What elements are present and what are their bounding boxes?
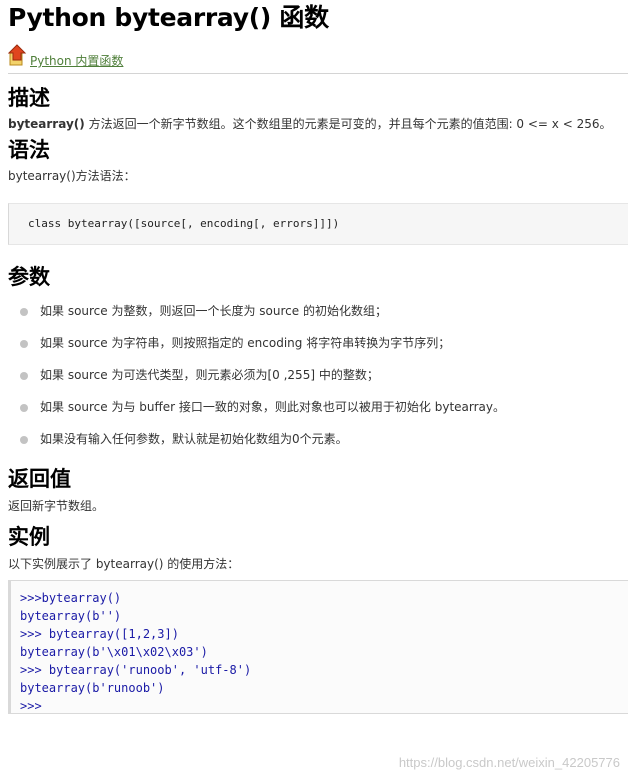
- code-line: >>> bytearray([1,2,3]): [20, 627, 179, 641]
- builtin-functions-link[interactable]: Python 内置函数: [30, 52, 123, 69]
- list-item: 如果没有输入任何参数，默认就是初始化数组为0个元素。: [8, 431, 628, 463]
- code-line: >>> bytearray('runoob', 'utf-8'): [20, 663, 252, 677]
- back-link-row: Python 内置函数: [7, 44, 628, 70]
- desc-text: bytearray() 方法返回一个新字节数组。这个数组里的元素是可变的，并且每…: [8, 115, 628, 133]
- code-line: >>>: [20, 699, 42, 713]
- example-heading: 实例: [8, 525, 50, 549]
- params-list: 如果 source 为整数，则返回一个长度为 source 的初始化数组； 如果…: [8, 303, 628, 463]
- syntax-code-block: class bytearray([source[, encoding[, err…: [8, 203, 628, 245]
- bullet-icon: [20, 436, 28, 444]
- desc-heading: 描述: [8, 86, 50, 110]
- article: Python bytearray() 函数 Python 内置函数 描述 byt…: [0, 0, 628, 714]
- syntax-intro: bytearray()方法语法：: [8, 169, 136, 183]
- bullet-icon: [20, 340, 28, 348]
- code-line: >>>bytearray(): [20, 591, 122, 605]
- page-title: Python bytearray() 函数: [8, 3, 329, 32]
- example-code: >>>bytearray() bytearray(b'') >>> bytear…: [11, 581, 628, 715]
- syntax-heading: 语法: [8, 138, 50, 162]
- code-line: bytearray(b''): [20, 609, 122, 623]
- desc-body: 方法返回一个新字节数组。这个数组里的元素是可变的，并且每个元素的值范围: 0 <…: [84, 117, 612, 131]
- bullet-icon: [20, 372, 28, 380]
- bullet-icon: [20, 404, 28, 412]
- code-line: bytearray(b'\x01\x02\x03'): [20, 645, 208, 659]
- list-item: 如果 source 为字符串，则按照指定的 encoding 将字符串转换为字节…: [8, 335, 628, 367]
- syntax-code: class bytearray([source[, encoding[, err…: [28, 217, 340, 230]
- returns-text: 返回新字节数组。: [8, 499, 105, 513]
- returns-heading: 返回值: [8, 467, 71, 491]
- divider: [8, 73, 628, 74]
- example-code-block: >>>bytearray() bytearray(b'') >>> bytear…: [8, 580, 628, 714]
- list-item: 如果 source 为可迭代类型，则元素必须为[0 ,255] 中的整数；: [8, 367, 628, 399]
- bullet-icon: [20, 308, 28, 316]
- desc-func-name: bytearray(): [8, 117, 85, 131]
- list-item: 如果 source 为与 buffer 接口一致的对象，则此对象也可以被用于初始…: [8, 399, 628, 431]
- list-item: 如果 source 为整数，则返回一个长度为 source 的初始化数组；: [8, 303, 628, 335]
- params-heading: 参数: [8, 265, 50, 289]
- example-intro: 以下实例展示了 bytearray() 的使用方法：: [8, 557, 240, 571]
- code-line: bytearray(b'runoob'): [20, 681, 165, 695]
- up-arrow-icon[interactable]: [7, 44, 28, 66]
- watermark: https://blog.csdn.net/weixin_42205776: [398, 755, 620, 770]
